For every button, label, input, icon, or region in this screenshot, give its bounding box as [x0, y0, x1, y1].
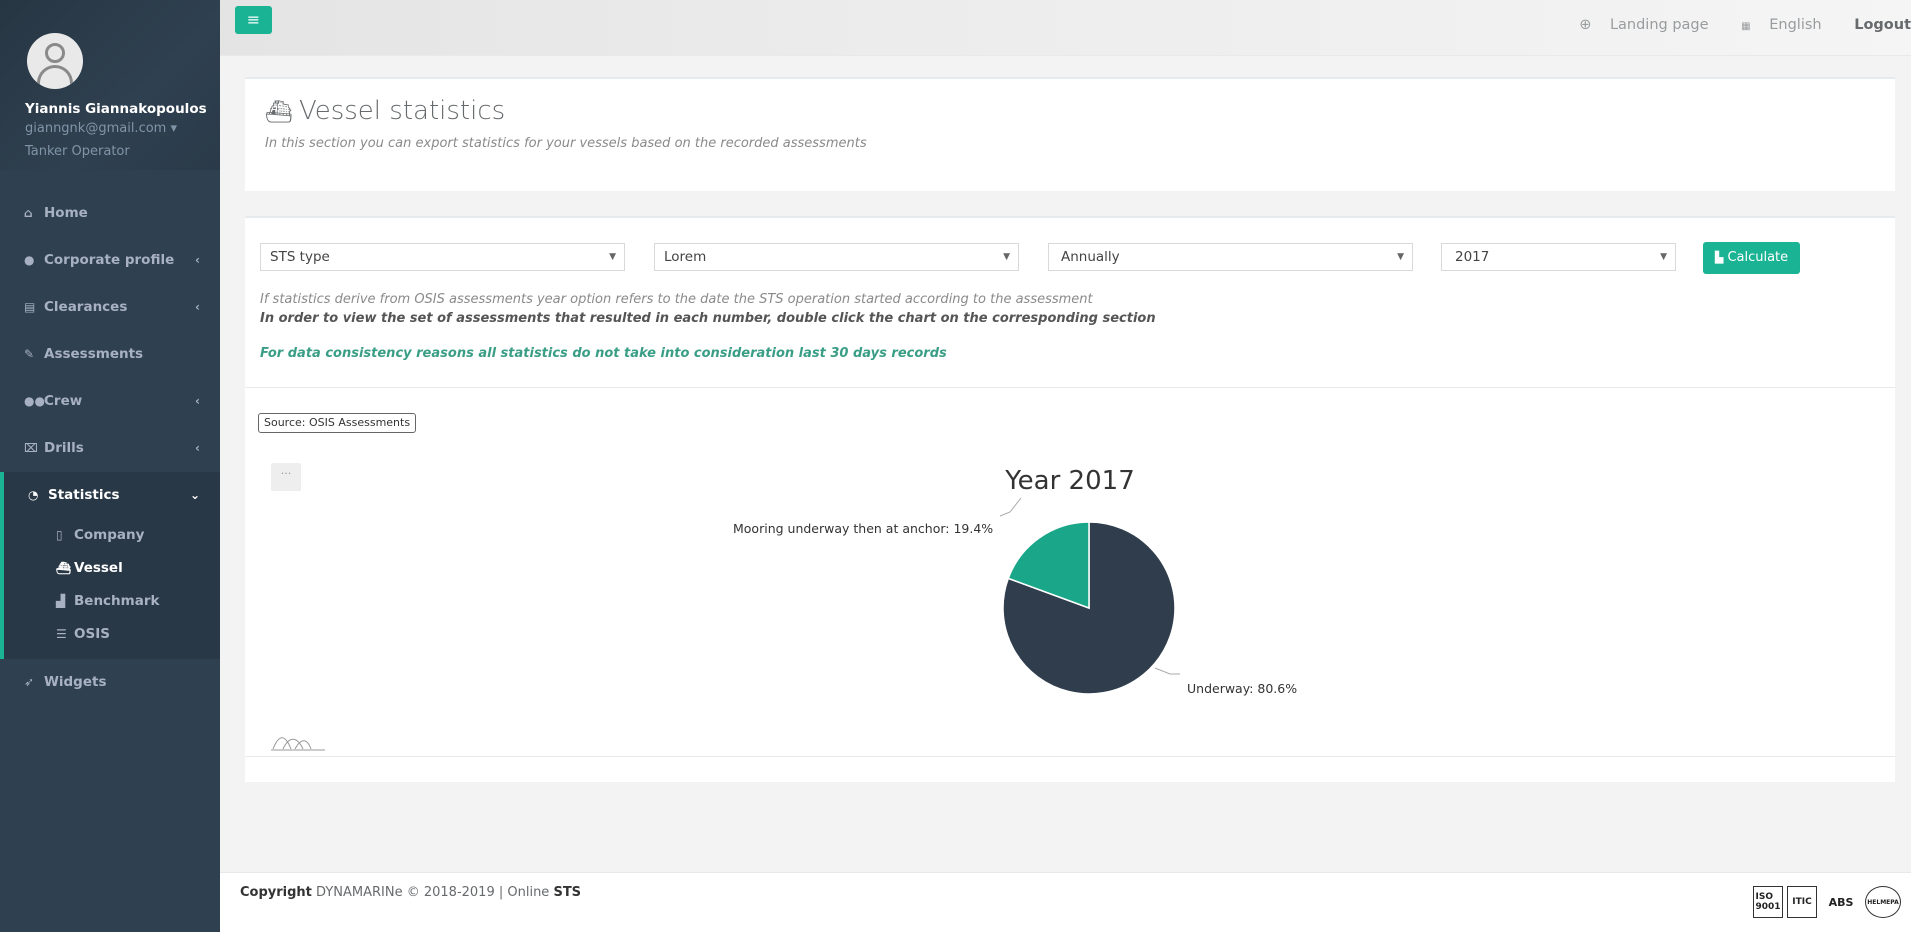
- page-title-row: ⛴ Vessel statistics: [265, 96, 505, 126]
- abs-logo: ABS: [1821, 886, 1861, 918]
- sidebar-subitem-vessel[interactable]: ⛴ Vessel: [4, 552, 220, 585]
- divider: [245, 756, 1895, 757]
- sidebar-subitem-label: OSIS: [74, 626, 110, 642]
- archive-icon: ▤: [24, 300, 36, 314]
- brand-name: STS: [553, 885, 582, 900]
- pie-label-mooring: Mooring underway then at anchor: 19.4%: [733, 521, 994, 536]
- sidebar-subitem-label: Company: [74, 527, 145, 543]
- ship-icon: ⛴: [56, 561, 72, 575]
- pie-label-underway: Underway: 80.6%: [1187, 681, 1298, 696]
- sidebar-subitem-label: Benchmark: [74, 593, 160, 609]
- statistics-panel: STS type ▼ Lorem ▼ Annually ▼ 2017 ▼ ▙ C…: [245, 216, 1895, 782]
- user-email: gianngnk@gmail.com: [25, 121, 167, 136]
- language-selector[interactable]: ▦ English: [1741, 17, 1835, 33]
- avatar[interactable]: [27, 33, 83, 89]
- avatar-head: [45, 43, 65, 63]
- sidebar: Yiannis Giannakopoulos gianngnk@gmail.co…: [0, 0, 220, 932]
- landing-page-link[interactable]: ⊕ Landing page: [1579, 17, 1722, 33]
- sidebar-item-home[interactable]: ⌂ Home: [0, 190, 220, 237]
- edit-icon: ✎: [24, 347, 35, 361]
- page-title: Vessel statistics: [298, 96, 506, 126]
- user-role: Tanker Operator: [25, 144, 130, 159]
- sidebar-item-label: Statistics: [48, 487, 120, 503]
- database-icon: ☰: [56, 627, 67, 641]
- sidebar-item-label: Assessments: [44, 346, 144, 362]
- rocket-icon: ➶: [24, 675, 35, 689]
- copyright-body: DYNAMARINe © 2018-2019 | Online: [316, 885, 550, 900]
- pie-connector-mooring: [999, 497, 1022, 517]
- sidebar-subitem-company[interactable]: ▯ Company: [4, 519, 220, 552]
- sidebar-subitem-benchmark[interactable]: ▟ Benchmark: [4, 585, 220, 618]
- chevron-down-icon: ⌄: [189, 488, 200, 502]
- sidebar-item-label: Widgets: [44, 674, 107, 690]
- sidebar-item-label: Drills: [44, 440, 84, 456]
- user-icon: ●: [24, 253, 35, 267]
- itic-logo: ITIC: [1787, 886, 1817, 918]
- chevron-left-icon: ‹: [195, 441, 200, 455]
- sidebar-item-label: Clearances: [44, 299, 128, 315]
- user-name: Yiannis Giannakopoulos: [25, 101, 207, 117]
- ship-icon: ⛴: [265, 100, 293, 125]
- uk-flag-icon: ▦: [1741, 21, 1751, 32]
- sidebar-item-assessments[interactable]: ✎ Assessments: [0, 331, 220, 378]
- chevron-left-icon: ‹: [195, 300, 200, 314]
- chevron-left-icon: ‹: [195, 253, 200, 267]
- pie-connector-underway: [1154, 667, 1180, 675]
- helmepa-logo: HELMEPA: [1865, 886, 1901, 918]
- sidebar-subitem-osis[interactable]: ☰ OSIS: [4, 618, 220, 659]
- sidebar-item-crew[interactable]: ●●Crew ‹: [0, 378, 220, 425]
- chart-icon: ▟: [56, 594, 66, 608]
- sidebar-subitem-label: Vessel: [74, 560, 123, 576]
- avatar-body: [37, 65, 73, 89]
- copyright-text: Copyright DYNAMARINe © 2018-2019 | Onlin…: [240, 885, 581, 900]
- footer: Copyright DYNAMARINe © 2018-2019 | Onlin…: [220, 872, 1911, 932]
- certification-logos: ISO 9001 ITIC ABS HELMEPA: [1753, 884, 1901, 920]
- hamburger-icon: ≡: [246, 10, 261, 29]
- iso-logo: ISO 9001: [1753, 886, 1783, 918]
- sidebar-item-drills[interactable]: ⌧ Drills ‹: [0, 425, 220, 472]
- profile-panel: Yiannis Giannakopoulos gianngnk@gmail.co…: [0, 0, 220, 170]
- sidebar-item-label: Corporate profile: [44, 252, 175, 268]
- sidebar-item-clearances[interactable]: ▤ Clearances ‹: [0, 284, 220, 331]
- sidebar-item-corporate-profile[interactable]: ● Corporate profile ‹: [0, 237, 220, 284]
- top-navbar: ≡ ⊕ Landing page ▦ English Logout: [220, 0, 1911, 56]
- sidebar-group-statistics: ◔ Statistics ⌄ ▯ Company ⛴ Vessel ▟ Benchmar…: [0, 472, 220, 659]
- copyright-label: Copyright: [240, 885, 312, 900]
- caret-down-icon: ▾: [170, 121, 178, 136]
- globe-icon: ⊕: [1579, 17, 1592, 33]
- landing-page-label: Landing page: [1609, 17, 1709, 33]
- pie-chart-icon: ◔: [28, 488, 39, 502]
- home-icon: ⌂: [24, 206, 33, 220]
- language-label: English: [1769, 17, 1822, 33]
- building-icon: ▯: [56, 528, 63, 542]
- menu-toggle-button[interactable]: ≡: [235, 6, 272, 34]
- sidebar-item-label: Home: [44, 205, 88, 221]
- sidebar-nav: ⌂ Home ● Corporate profile ‹ ▤ Clearances ‹…: [0, 190, 220, 706]
- sidebar-item-label: Crew: [44, 393, 83, 409]
- drill-icon: ⌧: [24, 441, 38, 455]
- chevron-left-icon: ‹: [195, 394, 200, 408]
- logout-link[interactable]: Logout: [1854, 17, 1911, 33]
- sidebar-item-widgets[interactable]: ➶ Widgets: [0, 659, 220, 706]
- users-icon: ●●: [24, 394, 45, 408]
- pie-chart[interactable]: [245, 218, 1895, 784]
- user-email-dropdown[interactable]: gianngnk@gmail.com ▾: [25, 121, 220, 136]
- top-links: ⊕ Landing page ▦ English Logout: [1579, 17, 1911, 33]
- sidebar-item-statistics[interactable]: ◔ Statistics ⌄: [4, 472, 220, 519]
- page-description: In this section you can export statistic…: [265, 136, 867, 151]
- chart-logo-icon: [271, 737, 325, 751]
- page-header-panel: ⛴ Vessel statistics In this section you c…: [245, 77, 1895, 191]
